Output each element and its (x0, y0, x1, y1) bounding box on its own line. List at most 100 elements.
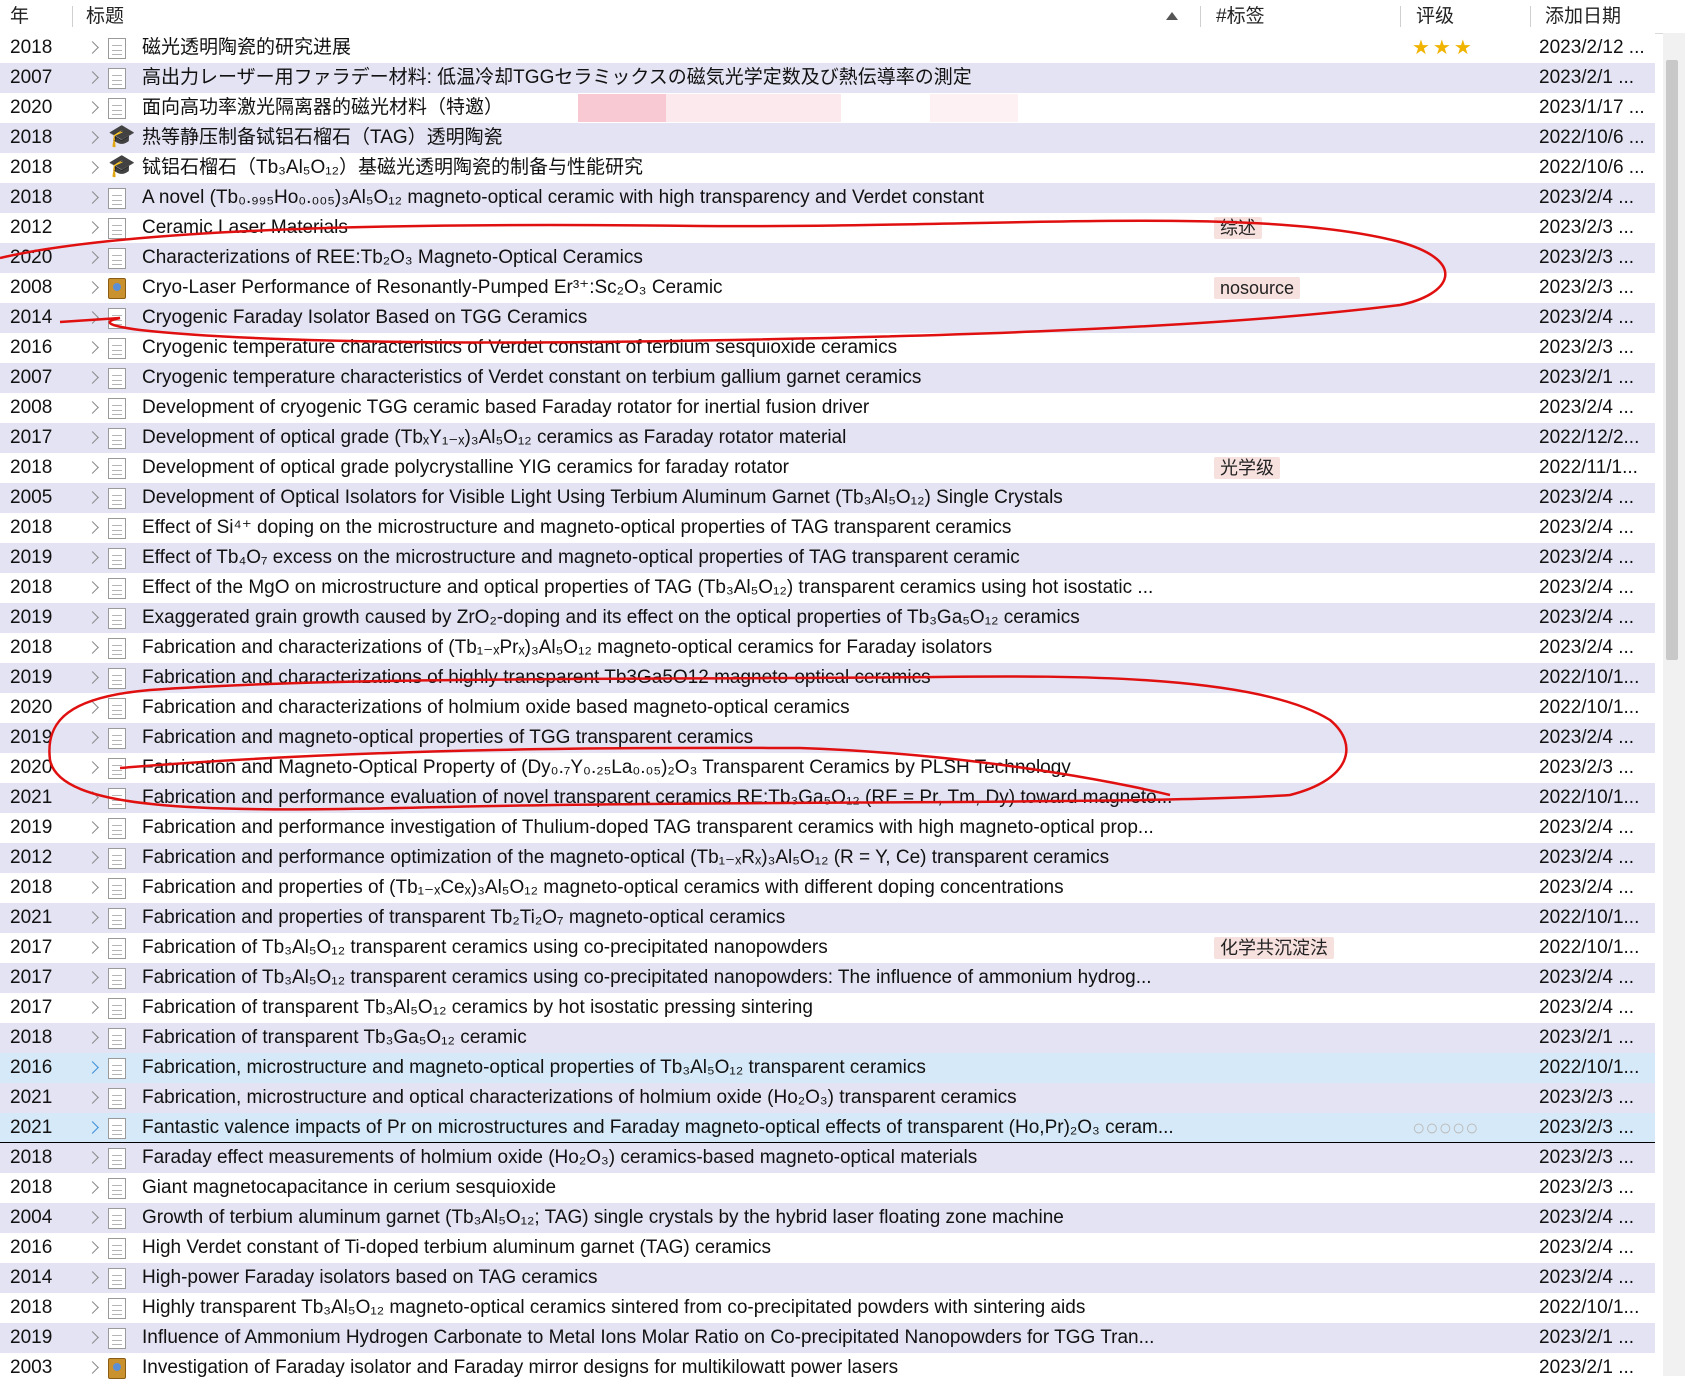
table-row[interactable]: 2007 Cryogenic temperature characteristic… (0, 363, 1655, 393)
chevron-right-icon[interactable] (86, 401, 99, 414)
table-row[interactable]: 2021 Fantastic valence impacts of Pr on m… (0, 1113, 1655, 1143)
chevron-right-icon[interactable] (86, 371, 99, 384)
column-header-rating[interactable]: 评级 (1406, 0, 1526, 33)
chevron-right-icon[interactable] (86, 491, 99, 504)
table-row[interactable]: 2020 Characterizations of REE:Tb₂O₃ Magne… (0, 243, 1655, 273)
table-row[interactable]: 2020 面向高功率激光隔离器的磁光材料（特邀） 2023/1/17 ... (0, 93, 1655, 123)
chevron-right-icon[interactable] (86, 1361, 99, 1374)
table-row[interactable]: 2017 Fabrication of Tb₃Al₅O₁₂ transparent… (0, 963, 1655, 993)
table-row[interactable]: 2019 Fabrication and magneto-optical prop… (0, 723, 1655, 753)
chevron-right-icon[interactable] (86, 971, 99, 984)
table-row[interactable]: 2018 🎓 热等静压制备铽铝石榴石（TAG）透明陶瓷 2022/10/6 ... (0, 123, 1655, 153)
chevron-right-icon[interactable] (86, 191, 99, 204)
table-row[interactable]: 2018 Fabrication of transparent Tb₃Ga₅O₁₂… (0, 1023, 1655, 1053)
table-row[interactable]: 2021 Fabrication and properties of transp… (0, 903, 1655, 933)
table-row[interactable]: 2017 Fabrication of Tb₃Al₅O₁₂ transparent… (0, 933, 1655, 963)
column-divider[interactable] (1530, 6, 1531, 27)
chevron-right-icon[interactable] (86, 581, 99, 594)
table-row[interactable]: 2012 Fabrication and performance optimiza… (0, 843, 1655, 873)
chevron-right-icon[interactable] (86, 791, 99, 804)
chevron-right-icon[interactable] (86, 611, 99, 624)
chevron-right-icon[interactable] (86, 761, 99, 774)
table-row[interactable]: 2018 Fabrication and characterizations of… (0, 633, 1655, 663)
table-row[interactable]: 2019 Influence of Ammonium Hydrogen Carbo… (0, 1323, 1655, 1353)
table-row[interactable]: 2018 Development of optical grade polycry… (0, 453, 1655, 483)
column-divider[interactable] (1400, 6, 1401, 27)
rating-stars[interactable]: ★★★ (1412, 33, 1475, 63)
chevron-right-icon[interactable] (86, 881, 99, 894)
column-header-tags[interactable]: #标签 (1206, 0, 1396, 33)
table-row[interactable]: 2008 Cryo-Laser Performance of Resonantly… (0, 273, 1655, 303)
table-row[interactable]: 2018 🎓 铽铝石榴石（Tb₃Al₅O₁₂）基磁光透明陶瓷的制备与性能研究 2022… (0, 153, 1655, 183)
table-row[interactable]: 2018 Effect of Si⁴⁺ doping on the microst… (0, 513, 1655, 543)
table-row[interactable]: 2018 Giant magnetocapacitance in cerium s… (0, 1173, 1655, 1203)
table-row[interactable]: 2017 Fabrication of transparent Tb₃Al₅O₁₂… (0, 993, 1655, 1023)
table-row[interactable]: 2018 Effect of the MgO on microstructure … (0, 573, 1655, 603)
chevron-right-icon[interactable] (86, 1091, 99, 1104)
chevron-right-icon[interactable] (86, 101, 99, 114)
chevron-right-icon[interactable] (86, 1271, 99, 1284)
table-row[interactable]: 2008 Development of cryogenic TGG ceramic… (0, 393, 1655, 423)
chevron-right-icon[interactable] (86, 851, 99, 864)
chevron-right-icon[interactable] (86, 521, 99, 534)
table-row[interactable]: 2012 Ceramic Laser Materials 综述 2023/2/3 ..… (0, 213, 1655, 243)
chevron-right-icon[interactable] (86, 941, 99, 954)
column-divider[interactable] (72, 6, 73, 27)
chevron-right-icon[interactable] (86, 461, 99, 474)
table-row[interactable]: 2018 Faraday effect measurements of holmi… (0, 1143, 1655, 1173)
table-row[interactable]: 2016 Fabrication, microstructure and magn… (0, 1053, 1655, 1083)
table-row[interactable]: 2019 Exaggerated grain growth caused by Z… (0, 603, 1655, 633)
chevron-right-icon[interactable] (86, 1331, 99, 1344)
column-header-title[interactable]: 标题 (76, 0, 1196, 33)
table-row[interactable]: 2021 Fabrication, microstructure and opti… (0, 1083, 1655, 1113)
table-row[interactable]: 2016 High Verdet constant of Ti-doped ter… (0, 1233, 1655, 1263)
chevron-right-icon[interactable] (86, 641, 99, 654)
table-row[interactable]: 2019 Fabrication and characterizations of… (0, 663, 1655, 693)
scrollbar-thumb[interactable] (1666, 60, 1678, 660)
table-row[interactable]: 2021 Fabrication and performance evaluati… (0, 783, 1655, 813)
table-row[interactable]: 2003 Investigation of Faraday isolator an… (0, 1353, 1655, 1383)
table-row[interactable]: 2005 Development of Optical Isolators for… (0, 483, 1655, 513)
chevron-right-icon[interactable] (86, 341, 99, 354)
chevron-right-icon[interactable] (86, 701, 99, 714)
chevron-right-icon[interactable] (86, 1151, 99, 1164)
chevron-right-icon[interactable] (86, 251, 99, 264)
chevron-right-icon[interactable] (86, 431, 99, 444)
table-row[interactable]: 2020 Fabrication and Magneto-Optical Prop… (0, 753, 1655, 783)
column-header-date-added[interactable]: 添加日期 (1535, 0, 1663, 33)
chevron-right-icon[interactable] (86, 311, 99, 324)
chevron-right-icon[interactable] (86, 41, 99, 54)
table-row[interactable]: 2020 Fabrication and characterizations of… (0, 693, 1655, 723)
table-row[interactable]: 2018 Fabrication and properties of (Tb₁₋ₓ… (0, 873, 1655, 903)
table-row[interactable]: 2016 Cryogenic temperature characteristic… (0, 333, 1655, 363)
table-row[interactable]: 2004 Growth of terbium aluminum garnet (T… (0, 1203, 1655, 1233)
table-row[interactable]: 2019 Effect of Tb₄O₇ excess on the micros… (0, 543, 1655, 573)
chevron-right-icon[interactable] (86, 911, 99, 924)
table-row[interactable]: 2014 High-power Faraday isolators based o… (0, 1263, 1655, 1293)
chevron-right-icon[interactable] (86, 221, 99, 234)
chevron-right-icon[interactable] (86, 821, 99, 834)
chevron-right-icon[interactable] (86, 551, 99, 564)
chevron-right-icon[interactable] (86, 1001, 99, 1014)
chevron-right-icon[interactable] (86, 1211, 99, 1224)
chevron-right-icon[interactable] (86, 281, 99, 294)
table-row[interactable]: 2017 Development of optical grade (TbₓY₁₋… (0, 423, 1655, 453)
table-row[interactable]: 2014 Cryogenic Faraday Isolator Based on … (0, 303, 1655, 333)
chevron-right-icon[interactable] (86, 131, 99, 144)
chevron-right-icon[interactable] (86, 1121, 99, 1134)
column-divider[interactable] (1200, 6, 1201, 27)
table-row[interactable]: 2007 高出力レーザー用ファラデー材料: 低温冷却TGGセラミックスの磁気光学定… (0, 63, 1655, 93)
chevron-right-icon[interactable] (86, 731, 99, 744)
rating-stars[interactable]: ○○○○○ (1412, 1113, 1478, 1143)
table-row[interactable]: 2018 Highly transparent Tb₃Al₅O₁₂ magneto… (0, 1293, 1655, 1323)
chevron-right-icon[interactable] (86, 1241, 99, 1254)
chevron-right-icon[interactable] (86, 71, 99, 84)
chevron-right-icon[interactable] (86, 1301, 99, 1314)
chevron-right-icon[interactable] (86, 1031, 99, 1044)
table-row[interactable]: 2018 A novel (Tb₀.₉₉₅Ho₀.₀₀₅)₃Al₅O₁₂ magn… (0, 183, 1655, 213)
chevron-right-icon[interactable] (86, 161, 99, 174)
chevron-right-icon[interactable] (86, 1181, 99, 1194)
table-row[interactable]: 2019 Fabrication and performance investig… (0, 813, 1655, 843)
chevron-right-icon[interactable] (86, 671, 99, 684)
column-header-year[interactable]: 年 (0, 0, 72, 33)
